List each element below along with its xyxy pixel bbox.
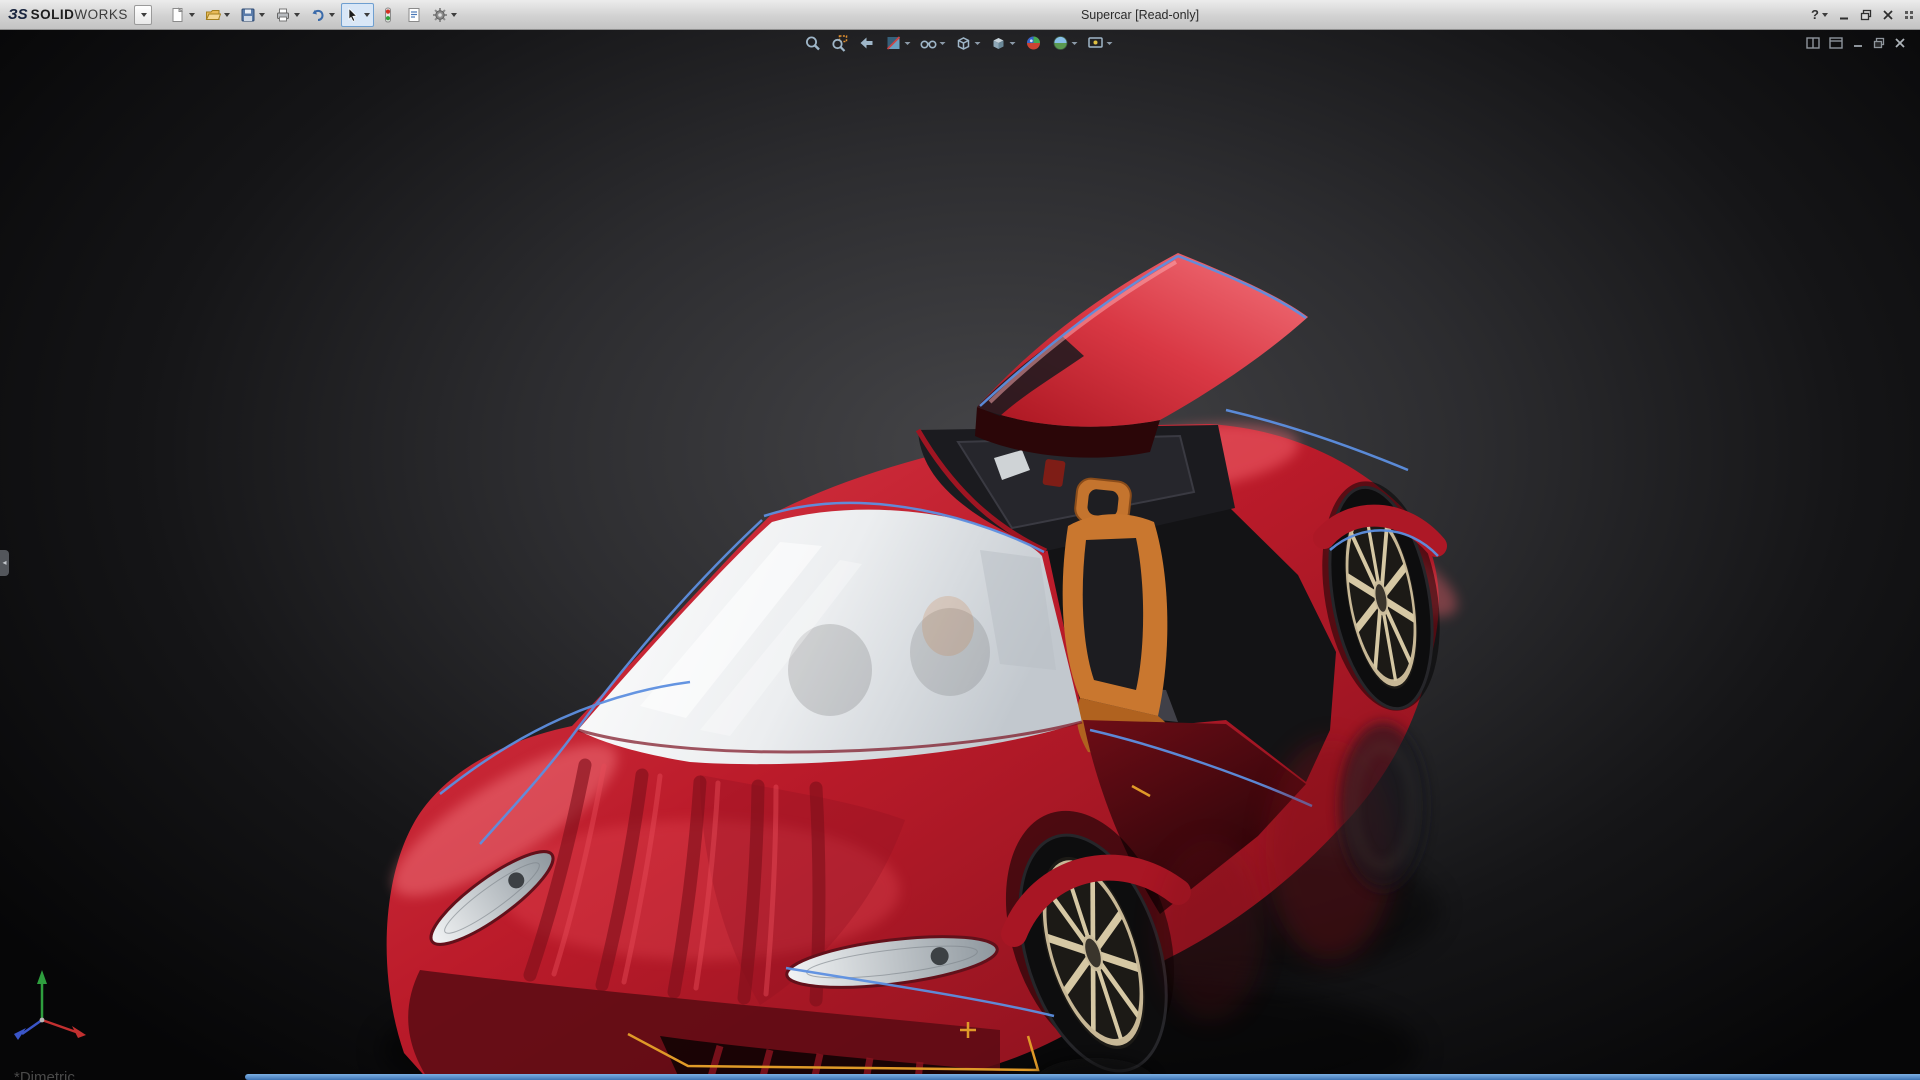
zoom-to-fit-button[interactable] [802, 33, 824, 53]
glasses-icon [920, 34, 938, 52]
display-style-button[interactable] [988, 33, 1018, 53]
headsup-view-toolbar [802, 33, 1115, 53]
print-button[interactable] [271, 3, 304, 27]
file-properties-icon [406, 7, 422, 23]
chevron-down-icon [141, 13, 147, 17]
close-button[interactable] [1882, 9, 1894, 21]
new-document-button[interactable] [166, 3, 199, 27]
view-settings-icon [1087, 34, 1105, 52]
triad-x-axis [42, 1020, 86, 1038]
toolbar-options-button[interactable] [1904, 10, 1914, 20]
doc-restore-button[interactable] [1873, 36, 1885, 54]
zoom-to-area-icon [831, 34, 849, 52]
chevron-down-icon [1822, 13, 1828, 17]
options-button[interactable] [428, 3, 461, 27]
minimize-icon [1852, 37, 1864, 49]
split-pane-button[interactable] [1806, 36, 1820, 54]
view-cube-icon [955, 34, 973, 52]
view-orientation-button[interactable] [953, 33, 983, 53]
save-disk-icon [240, 7, 256, 23]
restore-icon [1873, 37, 1885, 49]
zoom-to-area-button[interactable] [829, 33, 851, 53]
split-pane-icon [1806, 37, 1820, 49]
chevron-down-icon [975, 42, 981, 45]
chevron-down-icon [905, 42, 911, 45]
undo-arrow-icon [310, 7, 326, 23]
file-properties-button[interactable] [402, 3, 426, 27]
previous-view-icon [858, 34, 876, 52]
restore-icon [1860, 9, 1872, 21]
section-view-button[interactable] [883, 33, 913, 53]
apply-scene-button[interactable] [1050, 33, 1080, 53]
display-style-icon [990, 34, 1008, 52]
select-cursor-icon [345, 7, 361, 23]
chevron-down-icon [1010, 42, 1016, 45]
minimize-icon [1838, 9, 1850, 21]
windshield [578, 510, 1082, 765]
menu-expand-button[interactable] [134, 5, 152, 25]
close-icon [1894, 37, 1906, 49]
grid-dots-icon [1904, 10, 1914, 20]
previous-view-button[interactable] [856, 33, 878, 53]
ds-logo-mark: ЗS [8, 6, 28, 23]
options-gear-icon [432, 7, 448, 23]
logo-text-works: WORKS [74, 7, 128, 22]
appearance-ball-icon [1025, 34, 1043, 52]
close-icon [1882, 9, 1894, 21]
full-pane-button[interactable] [1829, 36, 1843, 54]
open-button[interactable] [201, 3, 234, 27]
doc-minimize-button[interactable] [1852, 36, 1864, 54]
select-button[interactable] [341, 3, 374, 27]
orientation-triad [6, 956, 102, 1052]
edit-appearance-button[interactable] [1023, 33, 1045, 53]
chevron-down-icon [1072, 42, 1078, 45]
printer-icon [275, 7, 291, 23]
chevron-left-icon: ◂ [2, 559, 6, 567]
document-title: Supercar [Read-only] [1081, 8, 1199, 22]
save-button[interactable] [236, 3, 269, 27]
rebuild-button[interactable] [376, 3, 400, 27]
window-controls: ? [1811, 7, 1920, 22]
help-button[interactable]: ? [1811, 7, 1828, 22]
zoom-to-fit-icon [804, 34, 822, 52]
doc-close-button[interactable] [1894, 36, 1906, 54]
feature-manager-collapsed-tab[interactable]: ◂ [0, 550, 9, 576]
triad-z-axis [14, 1020, 42, 1040]
status-bar-edge [245, 1074, 1920, 1080]
graphics-area[interactable]: ◂ *Dimetric [0, 30, 1920, 1080]
rebuild-stoplight-icon [380, 7, 396, 23]
logo-text-solid: SOLID [31, 7, 75, 22]
document-window-controls [1806, 36, 1906, 54]
car-model-render[interactable] [0, 30, 1920, 1080]
open-folder-icon [205, 7, 221, 23]
view-settings-button[interactable] [1085, 33, 1115, 53]
hide-show-items-button[interactable] [918, 33, 948, 53]
help-icon: ? [1811, 7, 1819, 22]
new-document-icon [170, 7, 186, 23]
scene-ball-icon [1052, 34, 1070, 52]
minimize-button[interactable] [1838, 9, 1850, 21]
undo-button[interactable] [306, 3, 339, 27]
solidworks-logo: ЗS SOLIDWORKS [0, 6, 134, 23]
titlebar: ЗS SOLIDWORKS [0, 0, 1920, 30]
view-orientation-label: *Dimetric [14, 1069, 75, 1080]
triad-y-axis [37, 970, 47, 1020]
restore-button[interactable] [1860, 9, 1872, 21]
full-pane-icon [1829, 37, 1843, 49]
chevron-down-icon [940, 42, 946, 45]
standard-toolbar [166, 3, 461, 27]
chevron-down-icon [1107, 42, 1113, 45]
section-view-icon [885, 34, 903, 52]
